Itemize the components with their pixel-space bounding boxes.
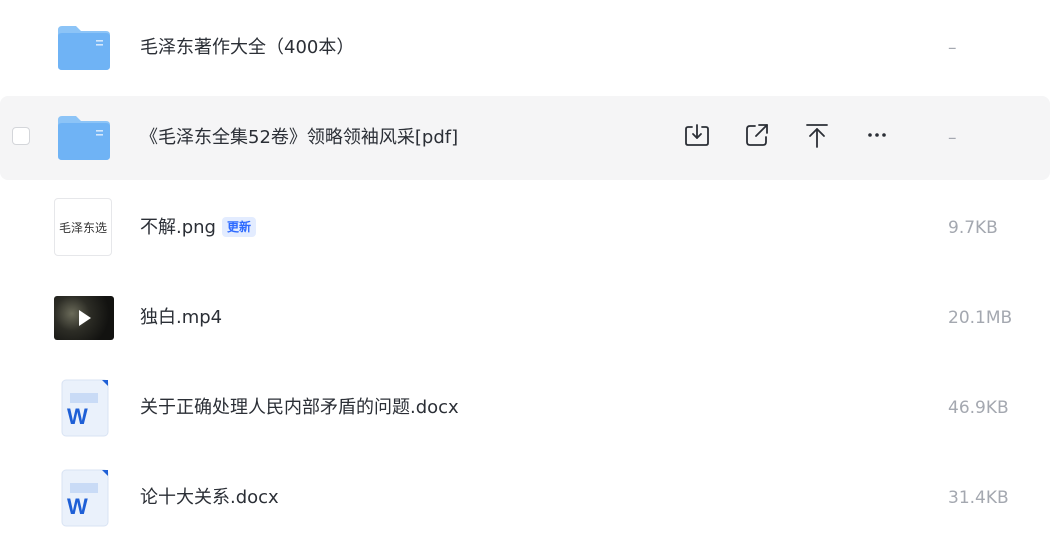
file-name-text: 不解.png bbox=[140, 217, 216, 238]
move-to-top-icon[interactable] bbox=[802, 120, 832, 150]
file-list: 毛泽东著作大全（400本） – 《毛泽东全集52卷》领略领袖风采[pdf] – … bbox=[0, 0, 1050, 537]
file-size: 9.7KB bbox=[948, 218, 998, 238]
file-name[interactable]: 毛泽东著作大全（400本） bbox=[140, 36, 354, 60]
word-doc-icon: W bbox=[54, 378, 114, 438]
file-size: – bbox=[948, 128, 957, 148]
file-name[interactable]: 论十大关系.docx bbox=[140, 486, 279, 510]
file-row[interactable]: 独白.mp4 20.1MB bbox=[0, 276, 1050, 360]
svg-text:W: W bbox=[67, 494, 88, 519]
file-size: 20.1MB bbox=[948, 308, 1013, 328]
more-icon[interactable] bbox=[862, 120, 892, 150]
word-doc-icon: W bbox=[54, 468, 114, 528]
folder-icon bbox=[54, 108, 114, 168]
file-size: 31.4KB bbox=[948, 488, 1009, 508]
row-checkbox[interactable] bbox=[12, 127, 30, 145]
share-icon[interactable] bbox=[742, 120, 772, 150]
file-name[interactable]: 关于正确处理人民内部矛盾的问题.docx bbox=[140, 396, 459, 420]
update-badge: 更新 bbox=[221, 217, 256, 237]
file-row[interactable]: W 关于正确处理人民内部矛盾的问题.docx 46.9KB bbox=[0, 366, 1050, 450]
download-icon[interactable] bbox=[682, 120, 712, 150]
video-thumbnail bbox=[54, 288, 114, 348]
file-size: 46.9KB bbox=[948, 398, 1009, 418]
svg-text:W: W bbox=[67, 404, 88, 429]
folder-icon bbox=[54, 18, 114, 78]
file-row[interactable]: 毛泽东著作大全（400本） – bbox=[0, 6, 1050, 90]
image-thumbnail: 毛泽东选 bbox=[54, 198, 114, 258]
play-icon bbox=[79, 310, 91, 326]
file-row-hovered[interactable]: 《毛泽东全集52卷》领略领袖风采[pdf] – bbox=[0, 96, 1050, 180]
file-name[interactable]: 《毛泽东全集52卷》领略领袖风采[pdf] bbox=[140, 126, 458, 150]
file-row[interactable]: 毛泽东选 不解.png 更新 9.7KB bbox=[0, 186, 1050, 270]
file-size: – bbox=[948, 38, 957, 58]
file-row[interactable]: W 论十大关系.docx 31.4KB bbox=[0, 456, 1050, 537]
thumbnail-text: 毛泽东选 bbox=[54, 198, 112, 256]
file-name[interactable]: 独白.mp4 bbox=[140, 306, 222, 330]
file-name[interactable]: 不解.png 更新 bbox=[140, 216, 256, 240]
